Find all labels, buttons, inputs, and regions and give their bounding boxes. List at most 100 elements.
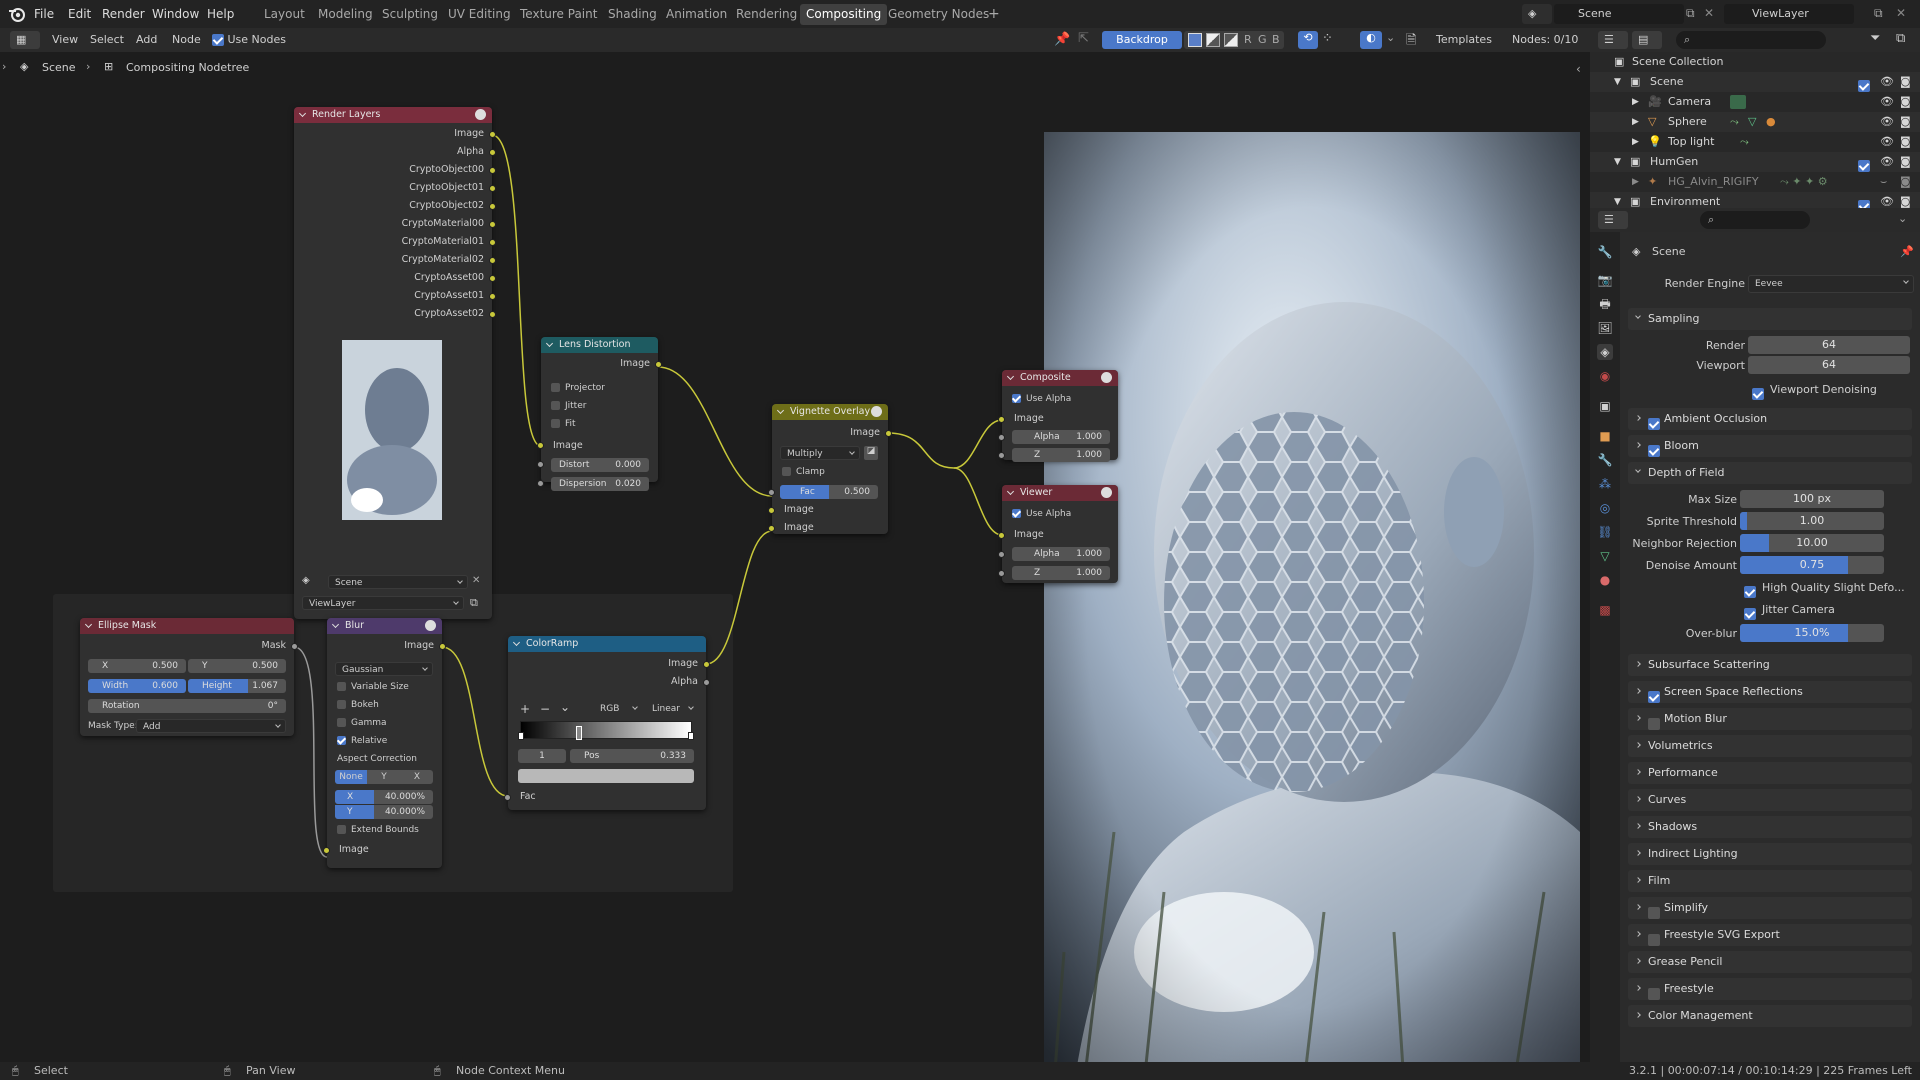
ramp-stop-active[interactable] [576, 726, 582, 740]
checkbox-icon[interactable] [1648, 988, 1660, 1000]
checkbox-icon[interactable] [1648, 691, 1660, 703]
input-dot[interactable] [537, 480, 544, 487]
sprite-threshold-field[interactable]: 1.00 [1740, 512, 1884, 530]
position-field[interactable]: Pos 0.333 [570, 749, 694, 763]
input-dot[interactable] [998, 452, 1005, 459]
output-dot[interactable] [703, 679, 710, 686]
pin-icon[interactable]: 📌 [1900, 242, 1914, 262]
bokeh-checkbox[interactable]: Bokeh [337, 698, 379, 712]
z-field[interactable]: Z 1.000 [1012, 566, 1110, 580]
scene-tab-icon[interactable]: ◈ [1597, 344, 1613, 360]
filter-type-dropdown[interactable]: Gaussian [335, 662, 433, 676]
scene-field[interactable]: Scene [328, 575, 468, 589]
eye-icon[interactable]: 👁 [1880, 92, 1894, 112]
preview-icon[interactable] [425, 620, 436, 631]
particles-tab-icon[interactable]: ⁂ [1597, 476, 1613, 492]
input-dot[interactable] [768, 507, 775, 514]
render-samples-field[interactable]: 64 [1748, 336, 1910, 354]
vignette-overlay-node[interactable]: Vignette Overlay Image Multiply ◪ Clamp … [768, 404, 892, 534]
node-header[interactable]: Render Layers [294, 107, 492, 123]
output-dot[interactable] [489, 149, 496, 156]
output-dot[interactable] [489, 275, 496, 282]
outliner-row[interactable]: ▣ Scene Collection [1590, 52, 1920, 72]
chevron-down-icon[interactable]: ▼ [1614, 152, 1621, 172]
chevron-down-icon[interactable]: ▼ [1614, 72, 1621, 92]
panel-bloom[interactable]: Bloom [1628, 435, 1912, 457]
eye-icon[interactable]: 👁 [1880, 72, 1894, 92]
eye-icon[interactable]: 👁 [1880, 192, 1894, 208]
parent-tree-icon[interactable]: ⇱ [1078, 31, 1089, 46]
menu-edit[interactable]: Edit [68, 0, 91, 28]
data-tab-icon[interactable]: ▽ [1597, 548, 1613, 564]
output-dot[interactable] [489, 293, 496, 300]
panel-simplify[interactable]: Simplify [1628, 897, 1912, 919]
viewlayer-selector[interactable]: ViewLayer [1724, 4, 1854, 24]
chevron-down-icon[interactable]: ⌄ [560, 700, 570, 714]
y-field[interactable]: Y 0.500 [188, 659, 286, 673]
panel-subsurface-scattering[interactable]: Subsurface Scattering [1628, 654, 1912, 676]
tool-tab-icon[interactable]: 🔧 [1597, 244, 1613, 260]
input-dot[interactable] [998, 416, 1005, 423]
projector-checkbox[interactable]: Projector [551, 381, 605, 395]
input-dot[interactable] [323, 847, 330, 854]
scene-icon[interactable]: ◈ [302, 575, 316, 589]
rotation-field[interactable]: Rotation 0° [88, 699, 286, 713]
max-size-field[interactable]: 100 px [1740, 490, 1884, 508]
output-dot[interactable] [885, 430, 892, 437]
checkbox-icon[interactable] [1648, 418, 1660, 430]
z-field[interactable]: Z 1.000 [1012, 448, 1110, 462]
blend-type-dropdown[interactable]: Multiply [780, 446, 860, 460]
size-y-field[interactable]: Y 40.000% [335, 805, 433, 819]
scene-type-icon[interactable]: ◈ [1522, 4, 1552, 24]
physics-tab-icon[interactable]: ◎ [1597, 500, 1613, 516]
checkbox-icon[interactable] [1858, 160, 1870, 172]
chevron-right-icon[interactable]: ▶ [1632, 112, 1639, 132]
panel-indirect-lighting[interactable]: Indirect Lighting [1628, 843, 1912, 865]
constraint-icon[interactable]: ⤳ [1740, 132, 1749, 152]
templates-icon[interactable]: 🗎 [1406, 31, 1416, 53]
mask-type-dropdown[interactable]: Add [136, 719, 286, 733]
fac-field[interactable]: Fac 0.500 [780, 485, 878, 499]
camera-render-icon[interactable]: ◙ [1900, 132, 1911, 152]
outliner-row[interactable]: ▼ ▣ Scene 👁 ◙ [1590, 72, 1920, 92]
overlays-icon[interactable]: ◐ [1360, 31, 1382, 49]
panel-grease-pencil[interactable]: Grease Pencil [1628, 951, 1912, 973]
node-header[interactable]: Vignette Overlay [772, 404, 888, 420]
render-icon[interactable] [475, 109, 486, 120]
panel-freestyle-svg-export[interactable]: Freestyle SVG Export [1628, 924, 1912, 946]
checkbox-icon[interactable] [1744, 608, 1756, 620]
node-editor[interactable]: › ◈ Scene › ⊞ Compositing Nodetree Rende… [0, 52, 1590, 1062]
size-x-field[interactable]: X 40.000% [335, 790, 433, 804]
tab-compositing[interactable]: Compositing [800, 4, 888, 25]
constraint-tab-icon[interactable]: ⛓ [1597, 524, 1613, 540]
viewlayer-dropdown[interactable]: ViewLayer [302, 596, 464, 610]
render-icon[interactable] [1101, 372, 1112, 383]
color-mode-dropdown[interactable]: RGB [594, 702, 642, 716]
camera-render-icon[interactable]: ◙ [1900, 192, 1911, 208]
panel-color-management[interactable]: Color Management [1628, 1005, 1912, 1027]
menu-help[interactable]: Help [207, 0, 234, 28]
output-dot[interactable] [489, 185, 496, 192]
tab-layout[interactable]: Layout [258, 4, 311, 25]
render-layers-node[interactable]: Render Layers Image Alpha CryptoObject00… [294, 107, 496, 619]
panel-performance[interactable]: Performance [1628, 762, 1912, 784]
height-field[interactable]: Height 1.067 [188, 679, 286, 693]
tab-modeling[interactable]: Modeling [312, 4, 379, 25]
render-engine-dropdown[interactable]: Eevee [1748, 275, 1914, 293]
aspect-none[interactable]: None [335, 770, 367, 784]
tab-rendering[interactable]: Rendering [730, 4, 803, 25]
tab-animation[interactable]: Animation [660, 4, 733, 25]
editor-type-icon[interactable]: ☰ [1598, 211, 1628, 229]
relative-checkbox[interactable]: Relative [337, 734, 387, 748]
output-dot[interactable] [489, 131, 496, 138]
input-dot[interactable] [998, 532, 1005, 539]
x-field[interactable]: X 0.500 [88, 659, 186, 673]
checkbox-icon[interactable] [1648, 718, 1660, 730]
node-header[interactable]: ColorRamp [508, 636, 706, 652]
camera-render-icon[interactable]: ◙ [1900, 112, 1911, 132]
new-viewlayer-icon[interactable]: ⧉ [1874, 6, 1883, 21]
input-dot[interactable] [768, 489, 775, 496]
aspect-x[interactable]: X [401, 770, 433, 784]
chevron-down-icon[interactable]: ⌄ [1898, 212, 1907, 225]
menu-view[interactable]: View [52, 30, 78, 50]
